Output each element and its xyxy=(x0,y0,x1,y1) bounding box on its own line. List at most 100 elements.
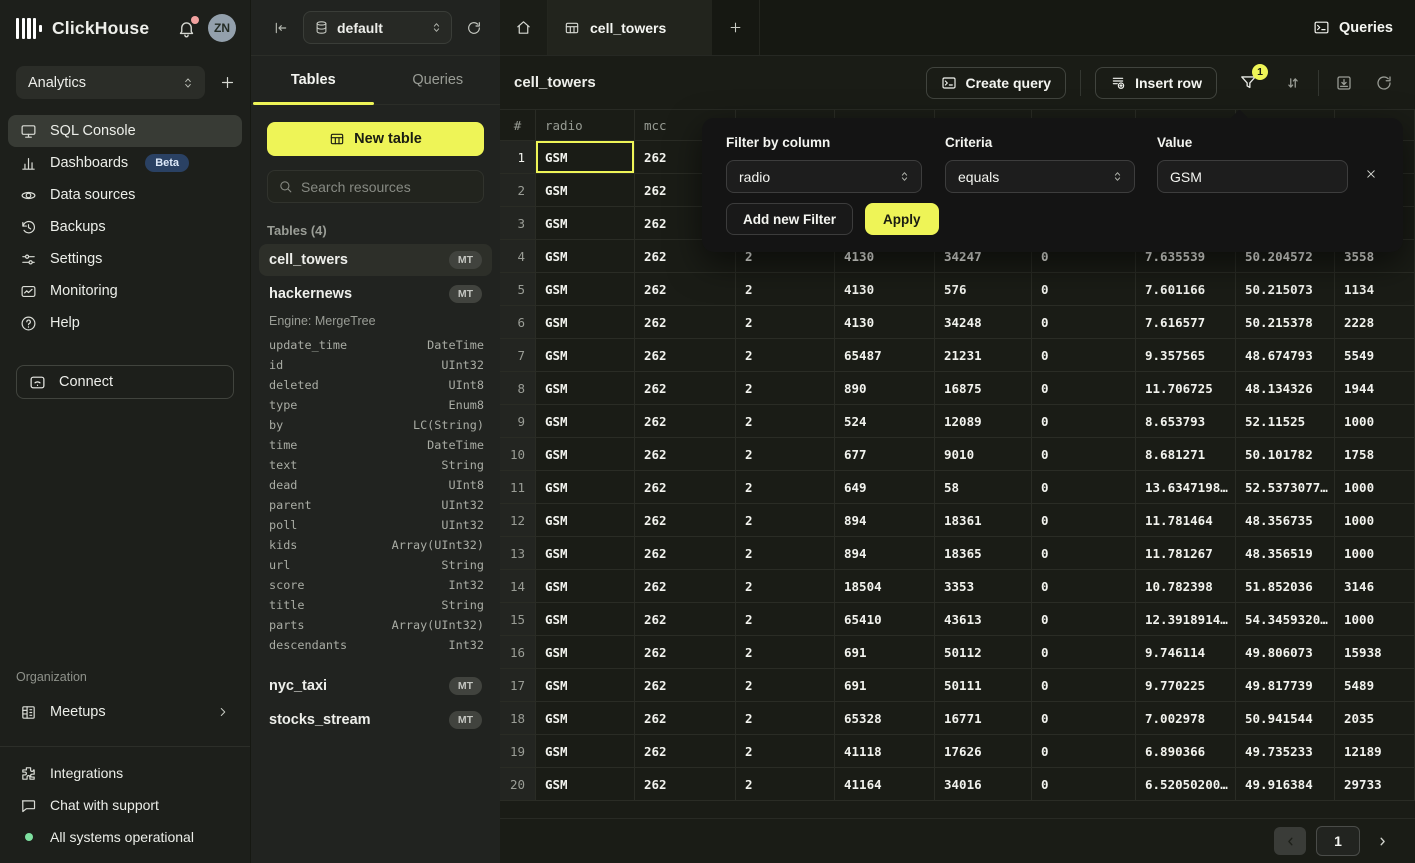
grid-cell[interactable]: 1000 xyxy=(1335,504,1415,537)
workspace-select[interactable]: Analytics xyxy=(16,66,205,99)
grid-cell[interactable]: 54.3459320… xyxy=(1236,603,1335,636)
avatar[interactable]: ZN xyxy=(208,14,236,42)
grid-cell[interactable]: 262 xyxy=(635,405,736,438)
remove-filter-icon[interactable] xyxy=(1364,167,1378,181)
row-number-cell[interactable]: 17 xyxy=(500,669,536,702)
table-item-nyc-taxi[interactable]: nyc_taxi MT xyxy=(259,670,492,702)
grid-cell[interactable]: 9.357565 xyxy=(1136,339,1236,372)
create-query-button[interactable]: Create query xyxy=(926,67,1067,99)
grid-cell[interactable]: 49.806073 xyxy=(1236,636,1335,669)
grid-cell[interactable]: 12089 xyxy=(935,405,1032,438)
pagination-next-button[interactable] xyxy=(1370,835,1395,848)
search-input[interactable] xyxy=(301,179,482,195)
grid-cell[interactable]: 48.134326 xyxy=(1236,372,1335,405)
grid-cell[interactable]: 2 xyxy=(736,570,835,603)
grid-cell[interactable]: 262 xyxy=(635,438,736,471)
grid-cell[interactable]: 262 xyxy=(635,735,736,768)
grid-cell[interactable]: 12.3918914… xyxy=(1136,603,1236,636)
grid-cell[interactable]: 9.770225 xyxy=(1136,669,1236,702)
row-number-cell[interactable]: 6 xyxy=(500,306,536,339)
grid-cell[interactable]: 1944 xyxy=(1335,372,1415,405)
grid-cell[interactable]: GSM xyxy=(536,537,635,570)
filter-column-select[interactable]: radio xyxy=(726,160,922,193)
grid-cell[interactable]: 0 xyxy=(1032,339,1136,372)
row-number-cell[interactable]: 11 xyxy=(500,471,536,504)
grid-cell[interactable]: 50112 xyxy=(935,636,1032,669)
grid-cell[interactable]: 2 xyxy=(736,339,835,372)
grid-cell[interactable]: 10.782398 xyxy=(1136,570,1236,603)
row-number-cell[interactable]: 9 xyxy=(500,405,536,438)
row-number-cell[interactable]: 4 xyxy=(500,240,536,273)
grid-cell[interactable]: 262 xyxy=(635,702,736,735)
grid-cell[interactable]: 0 xyxy=(1032,702,1136,735)
sidebar-item-settings[interactable]: Settings xyxy=(8,243,242,275)
grid-cell[interactable]: 0 xyxy=(1032,306,1136,339)
grid-cell[interactable]: 3146 xyxy=(1335,570,1415,603)
sidebar-item-system-status[interactable]: All systems operational xyxy=(8,821,242,853)
sidebar-item-meetups[interactable]: Meetups xyxy=(8,696,242,728)
grid-cell[interactable]: 2228 xyxy=(1335,306,1415,339)
grid-cell[interactable]: 18504 xyxy=(835,570,935,603)
grid-cell[interactable]: 262 xyxy=(635,669,736,702)
grid-cell[interactable]: 16875 xyxy=(935,372,1032,405)
insert-row-button[interactable]: Insert row xyxy=(1095,67,1217,99)
row-number-cell[interactable]: 1 xyxy=(500,141,536,174)
row-number-cell[interactable]: 20 xyxy=(500,768,536,801)
tab-queries[interactable]: Queries xyxy=(376,56,501,104)
download-button[interactable] xyxy=(1333,72,1355,94)
grid-cell[interactable]: 49.735233 xyxy=(1236,735,1335,768)
grid-cell[interactable]: GSM xyxy=(536,768,635,801)
add-new-filter-button[interactable]: Add new Filter xyxy=(726,203,853,235)
grid-cell[interactable]: 691 xyxy=(835,636,935,669)
grid-cell[interactable]: GSM xyxy=(536,339,635,372)
grid-cell[interactable]: 262 xyxy=(635,471,736,504)
grid-cell[interactable]: 524 xyxy=(835,405,935,438)
grid-cell[interactable]: 0 xyxy=(1032,636,1136,669)
grid-cell[interactable]: 2 xyxy=(736,669,835,702)
pagination-current-page[interactable]: 1 xyxy=(1316,826,1360,856)
grid-cell[interactable]: 262 xyxy=(635,504,736,537)
grid-cell[interactable]: 48.356735 xyxy=(1236,504,1335,537)
grid-cell[interactable]: 52.11525 xyxy=(1236,405,1335,438)
grid-cell[interactable]: 11.781464 xyxy=(1136,504,1236,537)
grid-cell[interactable]: 0 xyxy=(1032,735,1136,768)
grid-cell[interactable]: 262 xyxy=(635,273,736,306)
grid-cell[interactable]: 18361 xyxy=(935,504,1032,537)
sidebar-item-monitoring[interactable]: Monitoring xyxy=(8,275,242,307)
grid-cell[interactable]: 29733 xyxy=(1335,768,1415,801)
grid-cell[interactable]: 3353 xyxy=(935,570,1032,603)
grid-cell[interactable]: GSM xyxy=(536,174,635,207)
row-number-cell[interactable]: 8 xyxy=(500,372,536,405)
grid-cell[interactable]: 2 xyxy=(736,405,835,438)
row-number-cell[interactable]: 7 xyxy=(500,339,536,372)
grid-cell[interactable]: 2 xyxy=(736,306,835,339)
grid-cell[interactable]: 262 xyxy=(635,306,736,339)
grid-cell[interactable]: GSM xyxy=(536,438,635,471)
row-number-cell[interactable]: 19 xyxy=(500,735,536,768)
notifications-bell-icon[interactable] xyxy=(177,19,196,38)
grid-cell[interactable]: 262 xyxy=(635,372,736,405)
grid-cell[interactable]: 48.674793 xyxy=(1236,339,1335,372)
grid-cell[interactable]: GSM xyxy=(536,141,635,174)
grid-cell[interactable]: GSM xyxy=(536,603,635,636)
grid-header-cell[interactable]: radio xyxy=(536,110,635,141)
sidebar-item-dashboards[interactable]: Dashboards Beta xyxy=(8,147,242,179)
apply-filter-button[interactable]: Apply xyxy=(865,203,939,235)
grid-cell[interactable]: 0 xyxy=(1032,471,1136,504)
grid-cell[interactable]: 12189 xyxy=(1335,735,1415,768)
grid-cell[interactable]: 41164 xyxy=(835,768,935,801)
filter-button[interactable]: 1 xyxy=(1237,71,1260,94)
grid-cell[interactable]: 41118 xyxy=(835,735,935,768)
home-button[interactable] xyxy=(500,0,548,55)
tab-cell-towers[interactable]: cell_towers xyxy=(548,0,712,55)
row-number-cell[interactable]: 16 xyxy=(500,636,536,669)
grid-cell[interactable]: 262 xyxy=(635,636,736,669)
tab-tables[interactable]: Tables xyxy=(251,56,376,104)
grid-cell[interactable]: 262 xyxy=(635,603,736,636)
grid-cell[interactable]: 2 xyxy=(736,273,835,306)
grid-cell[interactable]: 49.817739 xyxy=(1236,669,1335,702)
grid-cell[interactable]: 0 xyxy=(1032,372,1136,405)
grid-cell[interactable]: 16771 xyxy=(935,702,1032,735)
grid-cell[interactable]: GSM xyxy=(536,636,635,669)
grid-cell[interactable]: 5489 xyxy=(1335,669,1415,702)
